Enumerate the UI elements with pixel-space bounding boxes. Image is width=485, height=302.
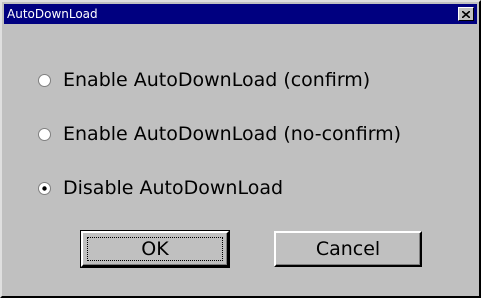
- ok-button[interactable]: OK: [80, 230, 230, 268]
- option-label: Enable AutoDownLoad (confirm): [63, 69, 371, 91]
- option-enable-confirm[interactable]: Enable AutoDownLoad (confirm): [38, 65, 370, 95]
- window-title: AutoDownLoad: [7, 7, 98, 21]
- close-button[interactable]: [458, 7, 474, 21]
- option-label: Disable AutoDownLoad: [63, 177, 284, 199]
- option-enable-no-confirm[interactable]: Enable AutoDownLoad (no-confirm): [38, 119, 401, 149]
- close-icon: [462, 10, 470, 18]
- option-disable[interactable]: Disable AutoDownLoad: [38, 173, 283, 203]
- autodownload-dialog: AutoDownLoad Enable AutoDownLoad (confir…: [0, 0, 481, 298]
- cancel-button[interactable]: Cancel: [274, 231, 422, 267]
- cancel-button-label: Cancel: [315, 238, 381, 260]
- radio-button-confirm[interactable]: [38, 73, 51, 87]
- option-label: Enable AutoDownLoad (no-confirm): [63, 123, 402, 145]
- title-bar[interactable]: AutoDownLoad: [4, 4, 477, 24]
- focus-rectangle: [87, 237, 223, 261]
- radio-button-disable[interactable]: [38, 181, 51, 195]
- radio-button-no-confirm[interactable]: [38, 127, 51, 141]
